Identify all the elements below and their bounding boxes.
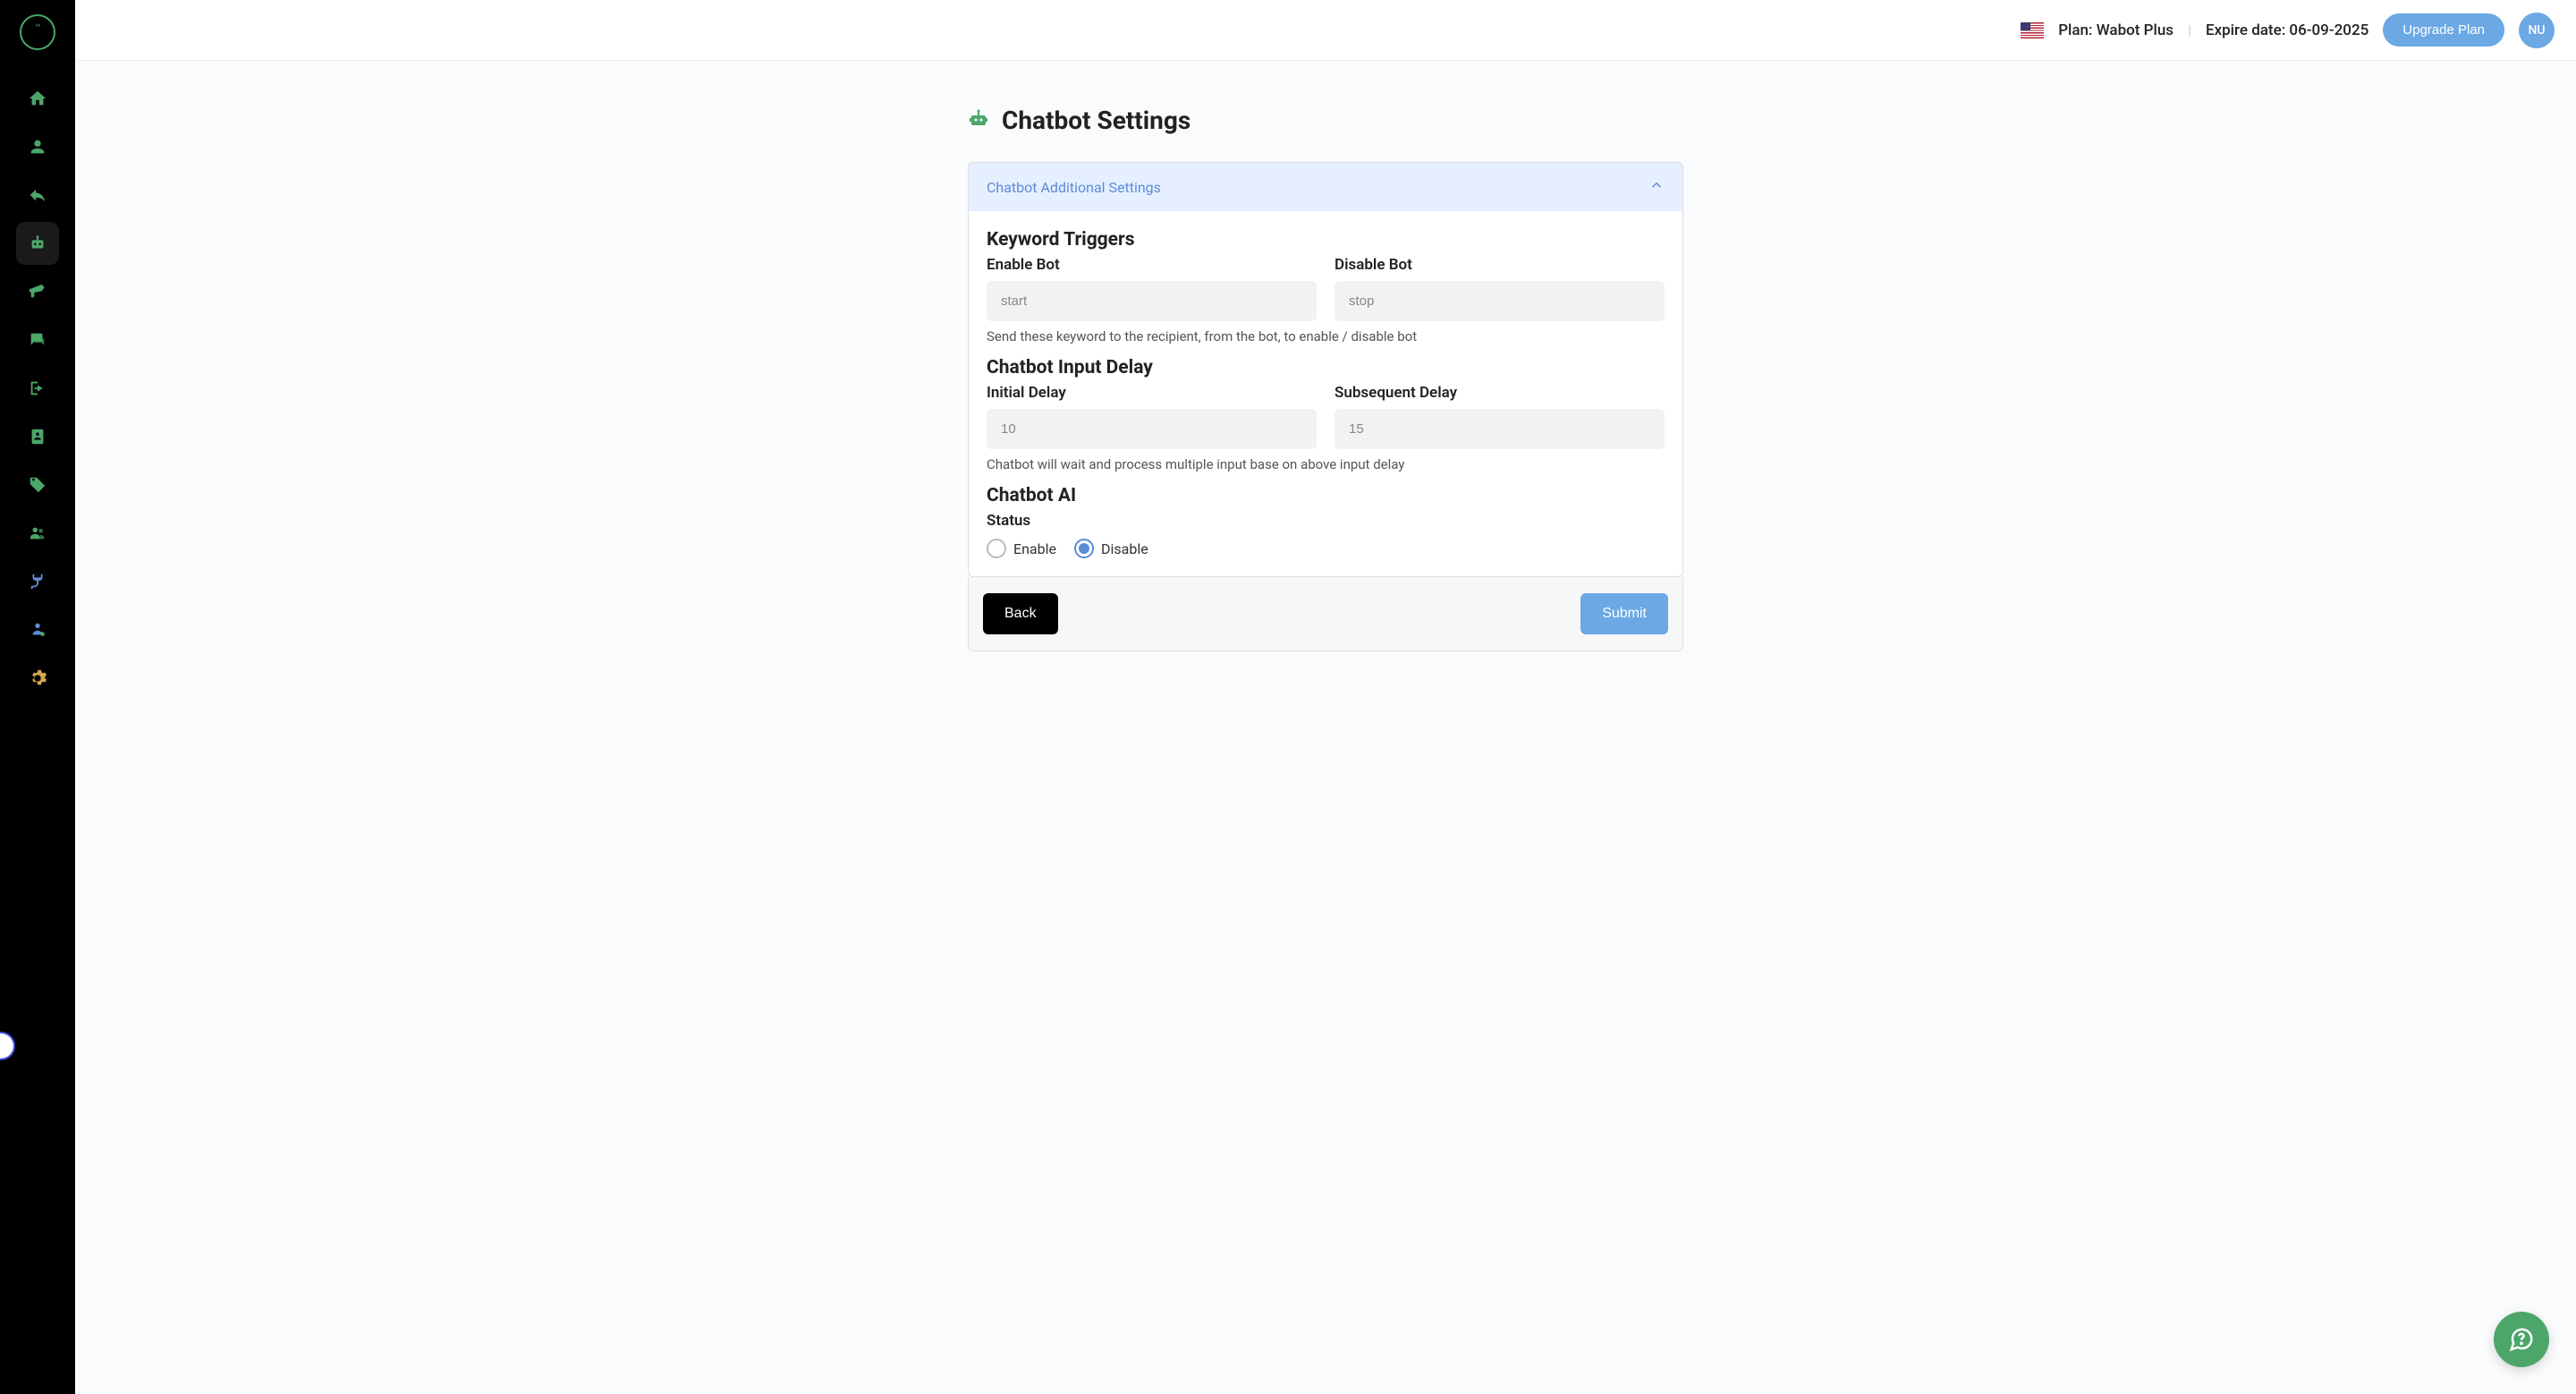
plug-icon: [28, 572, 47, 591]
panel-header-toggle[interactable]: Chatbot Additional Settings: [969, 163, 1682, 211]
topbar: Plan: Wabot Plus | Expire date: 06-09-20…: [75, 0, 2576, 61]
nav-home[interactable]: [16, 77, 59, 120]
nav-plugin[interactable]: [16, 560, 59, 603]
users-icon: [28, 523, 47, 543]
logout-icon: [28, 378, 47, 398]
submit-button[interactable]: Submit: [1580, 593, 1668, 634]
initial-delay-label: Initial Delay: [987, 384, 1317, 402]
input-delay-title: Chatbot Input Delay: [987, 357, 1665, 378]
back-button[interactable]: Back: [983, 593, 1058, 634]
panel-footer: Back Submit: [968, 577, 1683, 651]
enable-bot-input[interactable]: [987, 281, 1317, 321]
radio-circle-icon: [987, 539, 1006, 558]
flag-icon[interactable]: [2021, 22, 2044, 38]
nav-campaign[interactable]: [16, 270, 59, 313]
radio-disable[interactable]: Disable: [1074, 539, 1148, 558]
settings-panel: Chatbot Additional Settings Keyword Trig…: [968, 162, 1683, 577]
delay-help-text: Chatbot will wait and process multiple i…: [987, 456, 1665, 472]
chat-help-icon: [2508, 1326, 2535, 1353]
app-logo-icon: [20, 14, 55, 50]
page-title: Chatbot Settings: [1002, 106, 1191, 135]
page-header: Chatbot Settings: [968, 106, 1683, 135]
home-icon: [28, 89, 47, 108]
nav-chatbot[interactable]: [16, 222, 59, 265]
keyword-help-text: Send these keyword to the recipient, fro…: [987, 328, 1665, 344]
chevron-up-icon: [1648, 177, 1665, 197]
radio-enable-label: Enable: [1013, 540, 1056, 557]
expire-label: Expire date: 06-09-2025: [2206, 21, 2368, 39]
keyword-triggers-title: Keyword Triggers: [987, 229, 1665, 251]
user-icon: [28, 137, 47, 157]
bullhorn-icon: [28, 282, 47, 302]
robot-icon: [28, 234, 47, 253]
nav-team[interactable]: [16, 512, 59, 555]
avatar[interactable]: NU: [2519, 13, 2555, 48]
nav-contacts[interactable]: [16, 415, 59, 458]
subsequent-delay-label: Subsequent Delay: [1335, 384, 1665, 402]
plan-label: Plan: Wabot Plus: [2058, 21, 2174, 39]
panel-header-title: Chatbot Additional Settings: [987, 179, 1161, 196]
nav-logout[interactable]: [16, 367, 59, 410]
gear-icon: [28, 668, 47, 688]
robot-icon: [968, 108, 989, 133]
chat-icon: [28, 330, 47, 350]
radio-circle-icon: [1074, 539, 1094, 558]
nav-user[interactable]: [16, 125, 59, 168]
nav-chat[interactable]: [16, 319, 59, 361]
divider: |: [2188, 21, 2191, 38]
nav-settings[interactable]: [16, 657, 59, 700]
disable-bot-label: Disable Bot: [1335, 256, 1665, 274]
radio-disable-label: Disable: [1101, 540, 1148, 557]
enable-bot-label: Enable Bot: [987, 256, 1317, 274]
help-fab[interactable]: [2494, 1312, 2549, 1367]
reply-icon: [28, 185, 47, 205]
subsequent-delay-input[interactable]: [1335, 409, 1665, 449]
support-icon: [28, 620, 47, 640]
initial-delay-input[interactable]: [987, 409, 1317, 449]
disable-bot-input[interactable]: [1335, 281, 1665, 321]
nav-reply[interactable]: [16, 174, 59, 217]
radio-enable[interactable]: Enable: [987, 539, 1056, 558]
sidebar: [0, 0, 75, 1394]
nav-tags[interactable]: [16, 463, 59, 506]
upgrade-plan-button[interactable]: Upgrade Plan: [2383, 13, 2504, 47]
status-label: Status: [987, 512, 1665, 530]
nav-support[interactable]: [16, 608, 59, 651]
tags-icon: [28, 475, 47, 495]
address-book-icon: [28, 427, 47, 446]
chatbot-ai-title: Chatbot AI: [987, 485, 1665, 506]
